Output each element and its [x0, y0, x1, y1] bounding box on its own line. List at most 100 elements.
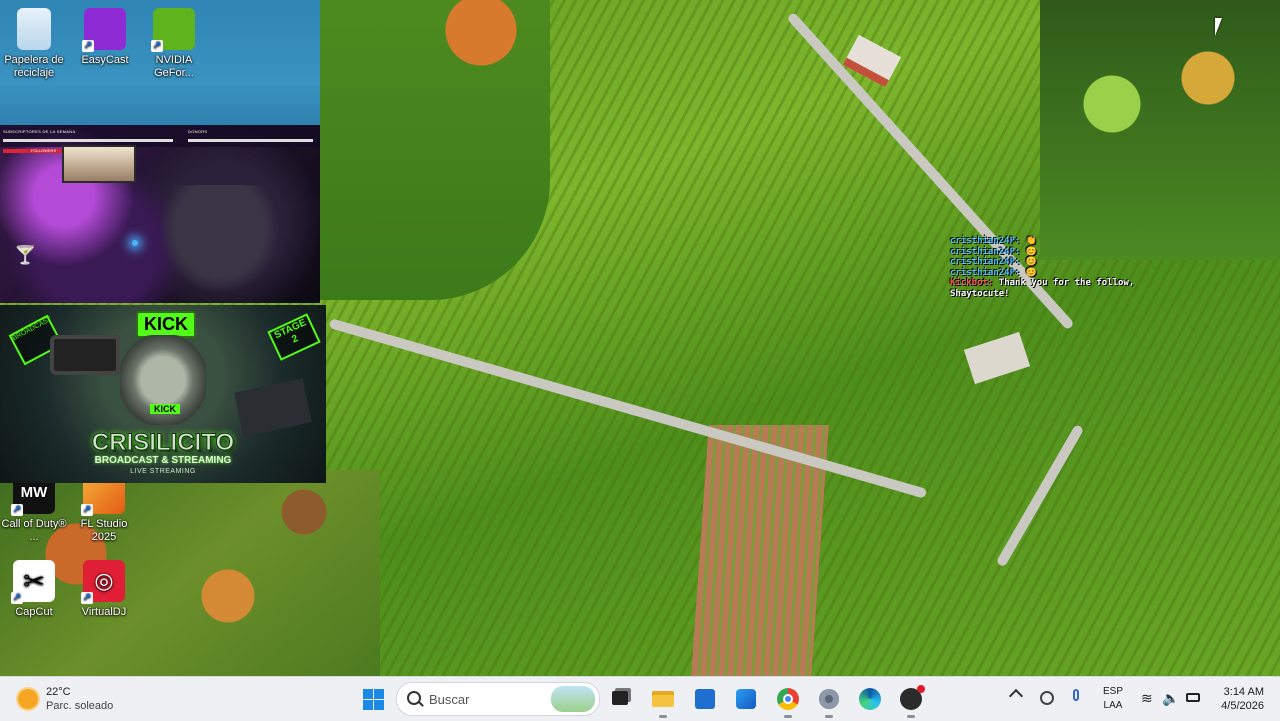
- chat-user: cristhian24P:: [950, 267, 1021, 278]
- cam-followers-label: FOLLOWERS: [31, 148, 57, 153]
- banner-tag-right: STAGE 2: [267, 313, 321, 361]
- taskbar-app-store[interactable]: [692, 686, 718, 712]
- explorer-folder-icon: [652, 691, 674, 707]
- kick-banner: BROADCAST KICK KICK STAGE 2 CRISILICITO …: [0, 305, 326, 483]
- taskbar-app-edge[interactable]: [857, 686, 883, 712]
- clock-time: 3:14 AM: [1223, 686, 1264, 698]
- chat-message: 😊: [1025, 267, 1038, 278]
- task-view-button[interactable]: [608, 686, 634, 712]
- chat-line: Kickbot: Thank you for the follow,: [950, 278, 1134, 289]
- cam-streamer: [160, 185, 280, 293]
- cam-header: SUBSCRIPTORES DE LA SEMANA DONORS: [0, 125, 320, 147]
- wallpaper-road: [995, 423, 1085, 568]
- search-icon: [407, 691, 421, 705]
- running-indicator: [659, 715, 667, 718]
- wallpaper-road: [328, 318, 928, 499]
- clock[interactable]: 3:14 AM 4/5/2026: [1208, 685, 1264, 713]
- language-indicator[interactable]: ESP LAA: [1100, 685, 1126, 713]
- cam-header-left: SUBSCRIPTORES DE LA SEMANA: [3, 129, 76, 134]
- store-icon: [695, 689, 715, 709]
- desktop-icon-nvidia[interactable]: ↗ NVIDIA GeFor...: [140, 8, 208, 80]
- tray-app-icon[interactable]: [1040, 691, 1054, 705]
- chat-line: cristhian24P: 👏: [950, 236, 1134, 247]
- recording-dot: [917, 685, 925, 693]
- cam-softbox: [62, 145, 136, 183]
- chat-line: cristhian24P: 😊: [950, 268, 1134, 279]
- windows-logo-icon: [374, 700, 384, 710]
- windows-logo-icon: [363, 700, 373, 710]
- banner-kick-badge: KICK: [150, 404, 180, 414]
- weather-temp: 22°C: [46, 686, 71, 698]
- shortcut-arrow-icon: ↗: [81, 592, 93, 604]
- easycast-icon: ↗: [82, 8, 126, 52]
- wallpaper-forest-top: [320, 0, 550, 300]
- cam-blue-light: [132, 240, 138, 246]
- running-indicator: [784, 715, 792, 718]
- taskbar-app-outlook[interactable]: [733, 686, 759, 712]
- wallpaper-forest-right: [1040, 0, 1280, 260]
- chat-user: cristhian24P:: [950, 236, 1021, 246]
- mixer-icon: [234, 378, 312, 437]
- cam-martini-icon: 🍸: [14, 245, 37, 265]
- desktop-icon-label: CapCut: [15, 606, 53, 618]
- sun-icon: [18, 689, 38, 709]
- taskbar-search[interactable]: Buscar: [396, 682, 600, 716]
- tray-overflow-chevron-icon[interactable]: [1008, 688, 1024, 704]
- keyboard-layout: LAA: [1103, 700, 1123, 711]
- webcam-overlay: SUBSCRIPTORES DE LA SEMANA DONORS FOLLOW…: [0, 125, 320, 303]
- nvidia-icon: ↗: [151, 8, 195, 52]
- outlook-icon: [736, 689, 756, 709]
- desktop-icon-label: Call of Duty® ...: [1, 518, 67, 543]
- wallpaper-house: [963, 331, 1031, 385]
- desktop-icon-easycast[interactable]: ↗ EasyCast: [71, 8, 139, 67]
- chat-message: 👏: [1025, 236, 1038, 246]
- desktop-icon-virtualdj[interactable]: ◎ ↗ VirtualDJ: [70, 560, 138, 619]
- battery-icon[interactable]: [1186, 693, 1200, 702]
- shortcut-arrow-icon: ↗: [11, 592, 23, 604]
- weather-text: 22°C Parc. soleado: [46, 685, 113, 713]
- obs-icon: [900, 685, 925, 710]
- cam-header-right: DONORS: [188, 129, 208, 134]
- clock-date: 4/5/2026: [1221, 700, 1264, 712]
- taskbar-app-obs[interactable]: [898, 685, 925, 718]
- file-explorer-icon: [612, 691, 628, 705]
- settings-icon: [819, 689, 839, 709]
- chat-message: 😊: [1025, 246, 1038, 257]
- desktop-icon-capcut[interactable]: ✂ ↗ CapCut: [0, 560, 68, 619]
- banner-subtitle: BROADCAST & STREAMING: [94, 455, 232, 466]
- desktop-icon-recycle-bin[interactable]: Papelera de reciclaje: [0, 8, 68, 80]
- taskbar-app-settings[interactable]: [816, 686, 842, 718]
- shortcut-arrow-icon: ↗: [11, 504, 23, 516]
- search-placeholder: Buscar: [429, 692, 470, 707]
- camera-icon: [50, 335, 120, 375]
- banner-kick-logo: KICK: [136, 311, 196, 338]
- cam-progress-bar: [3, 139, 173, 142]
- chat-line: cristhian24P: 😊: [950, 247, 1134, 258]
- chrome-center: [783, 694, 793, 704]
- language-code: ESP: [1102, 686, 1123, 697]
- chat-message: Thank you for the follow,: [998, 278, 1135, 288]
- mouse-cursor-icon: [1215, 18, 1222, 36]
- recycle-bin-icon: [17, 8, 51, 50]
- running-indicator: [825, 715, 833, 718]
- desktop-icon-label: FL Studio 2025: [80, 518, 128, 543]
- banner-channel-name: CRISILICITO: [91, 429, 235, 457]
- volume-icon[interactable]: 🔈: [1162, 690, 1179, 706]
- wifi-icon[interactable]: ≋: [1141, 691, 1155, 705]
- microphone-icon[interactable]: [1073, 689, 1079, 701]
- taskbar: 22°C Parc. soleado Buscar ESP LAA ≋ 🔈 3:…: [0, 676, 1280, 721]
- edge-icon: [859, 688, 881, 710]
- start-button[interactable]: [360, 686, 386, 712]
- chat-user: Kickbot:: [950, 278, 994, 288]
- chat-overlay: cristhian24P: 👏 cristhian24P: 😊 cristhia…: [950, 236, 1134, 299]
- weather-desc: Parc. soleado: [46, 700, 114, 712]
- windows-logo-icon: [363, 689, 373, 699]
- desktop-icon-label: EasyCast: [81, 54, 129, 66]
- shortcut-arrow-icon: ↗: [81, 504, 93, 516]
- running-indicator: [907, 715, 915, 718]
- taskbar-app-file-explorer[interactable]: [650, 686, 676, 718]
- chrome-icon: [777, 688, 799, 710]
- taskbar-app-chrome[interactable]: [775, 686, 801, 718]
- shortcut-arrow-icon: ↗: [82, 40, 94, 52]
- banner-tagline: LIVE STREAMING: [130, 468, 196, 475]
